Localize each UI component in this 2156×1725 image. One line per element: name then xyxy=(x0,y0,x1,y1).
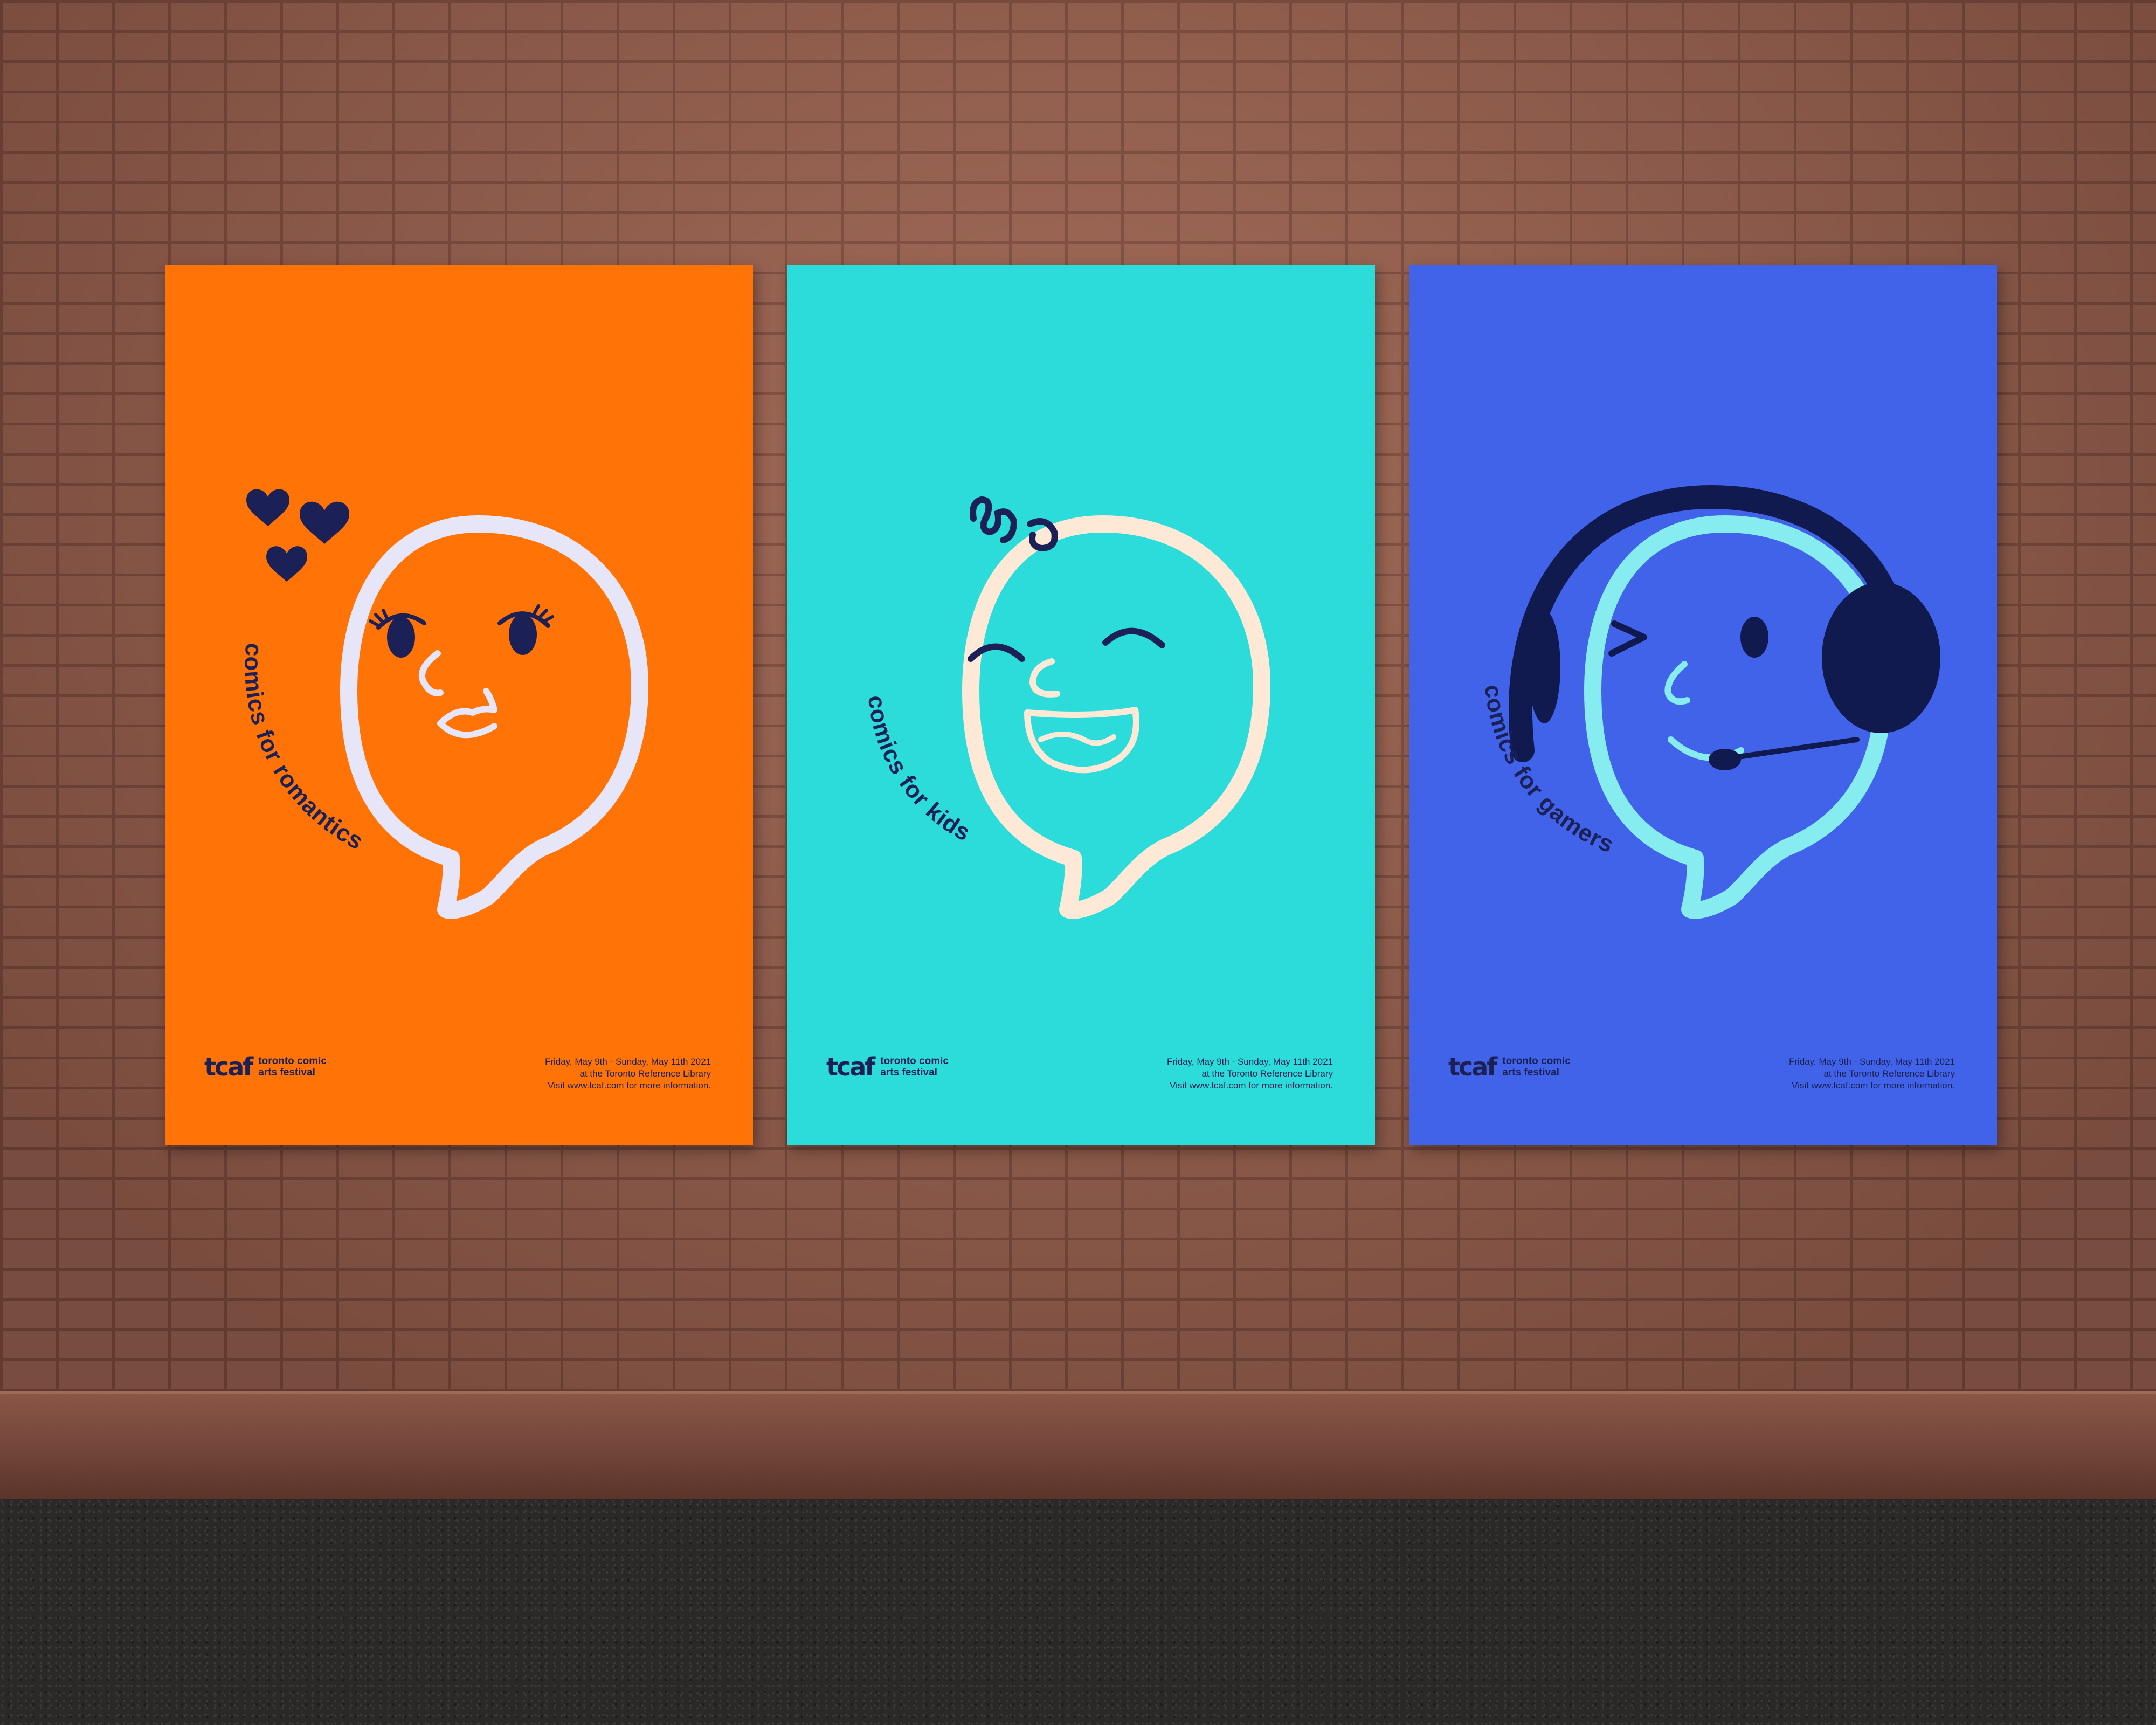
right-earcup xyxy=(1822,582,1940,733)
event-info: Friday, May 9th - Sunday, May 11th 2021 … xyxy=(1789,1056,1955,1092)
nose xyxy=(419,650,444,696)
eyes xyxy=(369,604,554,658)
open-eye xyxy=(1740,617,1768,658)
left-earcup xyxy=(1528,610,1560,723)
tcaf-logo-mark: tcaf xyxy=(1448,1052,1497,1081)
event-dates: Friday, May 9th - Sunday, May 11th 2021 xyxy=(1788,1057,1955,1067)
event-website: Visit www.tcaf.com for more information. xyxy=(1792,1080,1955,1091)
speech-bubble-outline xyxy=(1584,515,1892,919)
poster-kids: comics for kids tcaf toronto comic arts … xyxy=(787,265,1375,1145)
festival-name-line2: arts festival xyxy=(258,1067,315,1078)
event-info: Friday, May 9th - Sunday, May 11th 2021 … xyxy=(545,1056,711,1092)
festival-name: toronto comic arts festival xyxy=(1502,1055,1571,1078)
right-eye xyxy=(1102,627,1165,648)
microphone-icon xyxy=(1709,749,1741,770)
microphone-arm xyxy=(1725,737,1860,761)
tcaf-logo: tcaf toronto comic arts festival xyxy=(1448,1054,1571,1079)
wall-base xyxy=(0,1391,2156,1502)
festival-name-line1: toronto comic xyxy=(1502,1055,1571,1067)
festival-name: toronto comic arts festival xyxy=(258,1055,327,1078)
event-dates: Friday, May 9th - Sunday, May 11th 2021 xyxy=(1166,1057,1333,1067)
event-dates: Friday, May 9th - Sunday, May 11th 2021 xyxy=(544,1057,711,1067)
poster-gamers: comics for gamers tcaf toronto comic art… xyxy=(1409,265,1997,1145)
tcaf-logo-mark: tcaf xyxy=(204,1052,253,1081)
tagline-text: comics for kids xyxy=(863,694,975,847)
festival-name-line2: arts festival xyxy=(880,1067,937,1078)
event-website: Visit www.tcaf.com for more information. xyxy=(548,1080,711,1091)
gamer-face-illustration: comics for gamers xyxy=(1480,485,1940,919)
winking-eye xyxy=(1608,620,1647,657)
event-venue: at the Toronto Reference Library xyxy=(579,1068,711,1079)
festival-name: toronto comic arts festival xyxy=(880,1055,949,1078)
poster-romantics: comics for romantics tcaf toronto comic … xyxy=(165,265,753,1145)
romantic-face-illustration: comics for romantics xyxy=(239,489,648,919)
event-website: Visit www.tcaf.com for more information. xyxy=(1170,1080,1333,1091)
speech-bubble-outline xyxy=(340,515,648,919)
tcaf-logo-mark: tcaf xyxy=(826,1052,875,1081)
nose xyxy=(1664,661,1690,705)
festival-name-line1: toronto comic xyxy=(880,1055,949,1067)
event-venue: at the Toronto Reference Library xyxy=(1823,1068,1955,1079)
festival-name-line1: toronto comic xyxy=(258,1055,327,1067)
speech-bubble-outline xyxy=(962,515,1270,919)
kid-face-illustration: comics for kids xyxy=(863,496,1270,919)
festival-name-line2: arts festival xyxy=(1502,1067,1559,1078)
hearts-icon xyxy=(246,489,349,582)
event-info: Friday, May 9th - Sunday, May 11th 2021 … xyxy=(1167,1056,1333,1092)
event-venue: at the Toronto Reference Library xyxy=(1201,1068,1333,1079)
lips xyxy=(437,688,497,739)
tcaf-logo: tcaf toronto comic arts festival xyxy=(826,1054,949,1079)
tcaf-logo: tcaf toronto comic arts festival xyxy=(204,1054,327,1079)
asphalt-ground xyxy=(0,1499,2156,1725)
nose xyxy=(1029,658,1060,698)
